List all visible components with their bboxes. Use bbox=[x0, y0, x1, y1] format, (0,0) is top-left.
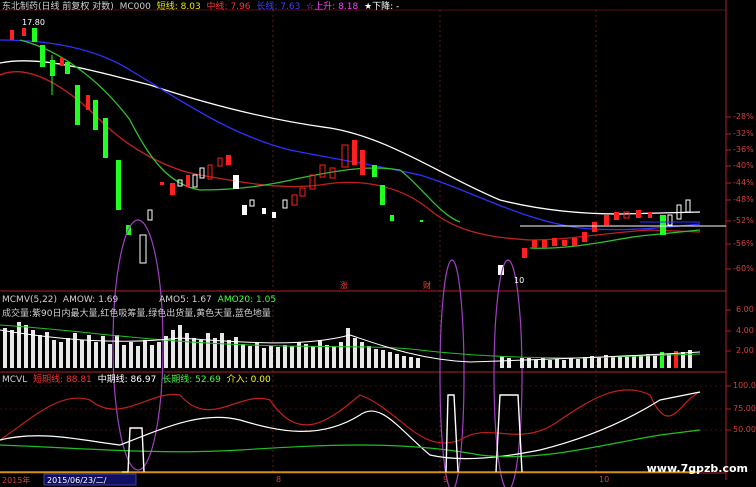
y-tick-4: -40% bbox=[733, 161, 754, 170]
y-tick-8: -56% bbox=[733, 239, 754, 248]
amo20-value: AMO20: 1.05 bbox=[217, 295, 277, 305]
mcmv-y-tick-3: 2.00 bbox=[736, 346, 754, 355]
entry-value: 介入: 0.00 bbox=[226, 375, 271, 385]
mcvl-y-tick-1: 100.0 bbox=[733, 381, 756, 390]
marker-finance[interactable]: 财 bbox=[423, 280, 431, 291]
mcmv-title: MCMV(5,22) bbox=[2, 295, 58, 305]
rise-line-value: ☆上升: 8.18 bbox=[306, 2, 359, 12]
y-tick-7: -52% bbox=[733, 216, 754, 225]
mcvl-title: MCVL bbox=[2, 375, 28, 385]
y-tick-5: -44% bbox=[733, 178, 754, 187]
highlight-ellipse-1 bbox=[112, 219, 164, 471]
long-term-value: 长期线: 52.69 bbox=[162, 375, 221, 385]
marker-rise[interactable]: 涨 bbox=[340, 280, 348, 291]
green-ma-line bbox=[19, 39, 701, 249]
high-price-label: 17.80 bbox=[22, 18, 45, 27]
short-line-value: 短线: 8.03 bbox=[156, 2, 201, 12]
y-tick-6: -48% bbox=[733, 195, 754, 204]
month-gridlines bbox=[272, 10, 597, 473]
marker-ten[interactable]: 10 bbox=[514, 276, 524, 285]
volume-bars bbox=[3, 322, 692, 368]
highlight-ellipse-3 bbox=[493, 259, 523, 487]
year-label: 2015年 bbox=[2, 476, 31, 485]
mid-term-line bbox=[0, 391, 701, 460]
mcmv-header: MCMV(5,22) AMOW: 1.69 AMO5: 1.67 AMO20: … bbox=[2, 295, 279, 306]
selected-date-label[interactable]: 2015/06/23/二/ bbox=[47, 475, 107, 486]
fall-line-value: ★下降: - bbox=[364, 2, 400, 12]
watermark: www.7gpzb.com bbox=[646, 462, 748, 475]
highlight-ellipse-2 bbox=[439, 259, 465, 487]
short-term-value: 短期线: 88.81 bbox=[33, 375, 92, 385]
y-tick-2: -32% bbox=[733, 129, 754, 138]
y-tick-9: -60% bbox=[733, 264, 754, 273]
month-label-10: 10 bbox=[599, 475, 610, 484]
mcvl-header: MCVL 短期线: 88.81 中期线: 86.97 长期线: 52.69 介入… bbox=[2, 375, 274, 386]
mcmv-y-tick-2: 4.00 bbox=[736, 326, 754, 335]
mcmv-description: 成交量:紫90日内最大量,红色吸筹量,绿色出货量,黄色天量,蓝色地量 bbox=[2, 309, 271, 319]
mcmv-y-tick-1: 6.00 bbox=[736, 305, 754, 314]
amo5-value: AMO5: 1.67 bbox=[159, 295, 212, 305]
y-tick-1: -28% bbox=[733, 112, 754, 121]
month-label-9: 9 bbox=[443, 475, 449, 484]
mcvl-y-tick-2: 75.00 bbox=[733, 404, 756, 413]
month-label-8: 8 bbox=[276, 475, 282, 484]
mid-term-value: 中期线: 86.97 bbox=[97, 375, 157, 385]
y-axis-ticks bbox=[726, 116, 731, 431]
main-panel-header: 东北制药(日线 前复权 对数) MC000 短线: 8.03 中线: 7.96 … bbox=[2, 2, 402, 13]
chart-canvas bbox=[0, 0, 731, 487]
formula-name: MC000 bbox=[119, 2, 151, 12]
short-term-line bbox=[0, 389, 701, 444]
amow-value: AMOW: 1.69 bbox=[62, 295, 119, 305]
stock-title: 东北制药(日线 前复权 对数) bbox=[2, 2, 114, 12]
long-line-value: 长线: 7.63 bbox=[256, 2, 301, 12]
y-tick-3: -36% bbox=[733, 145, 754, 154]
mid-line-value: 中线: 7.96 bbox=[206, 2, 251, 12]
mcvl-y-tick-3: 50.00 bbox=[733, 425, 756, 434]
candles bbox=[10, 28, 691, 275]
